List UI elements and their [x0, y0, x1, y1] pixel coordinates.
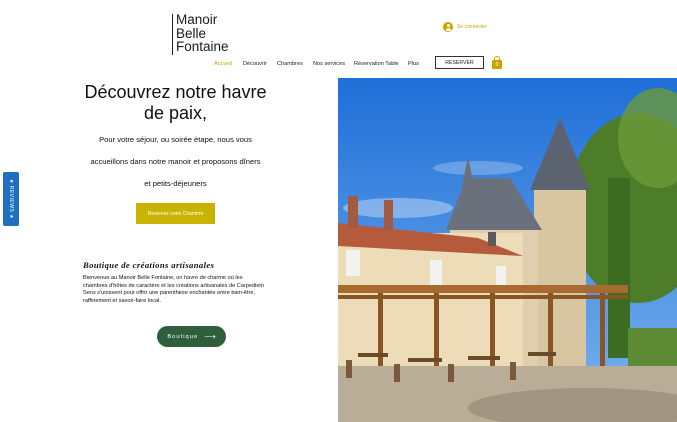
- hero-text-line-2: accueillons dans notre manoir et proposo…: [90, 157, 261, 166]
- site-logo[interactable]: Manoir Belle Fontaine: [172, 13, 242, 57]
- hero-title: Découvrez notre havre de paix,: [60, 82, 291, 124]
- book-room-button[interactable]: Reservez votre Chambre: [136, 203, 215, 224]
- login-label: Se connecter: [457, 24, 487, 30]
- shop-text-line-2: chambres d'hôtes de caractère et les cré…: [83, 282, 265, 289]
- manor-illustration: [338, 78, 677, 422]
- hero-text-line-1: Pour votre séjour, ou soirée étape, nous…: [99, 135, 252, 144]
- shop-text-line-1: Bienvenue au Manoir Belle Fontaine, un h…: [83, 275, 243, 281]
- reserve-button[interactable]: RÉSERVER: [435, 56, 484, 69]
- nav-item-decouvrir[interactable]: Découvrir: [243, 61, 267, 67]
- logo-bar: [172, 14, 173, 55]
- nav-item-plus[interactable]: Plus: [408, 61, 419, 67]
- shop-heading: Boutique de créations artisanales: [83, 260, 215, 270]
- logo-text: Manoir Belle Fontaine: [176, 13, 229, 54]
- hero-title-line-2: de paix,: [143, 103, 208, 123]
- hero-title-line-1: Découvrez notre havre: [84, 82, 267, 102]
- logo-line-1: Manoir: [176, 12, 218, 27]
- reviews-tab[interactable]: ★ REVIEWS ★: [3, 172, 19, 226]
- shop-text-line-4: raffinement et savoir-faire local.: [83, 297, 161, 304]
- manor-photo: [338, 78, 677, 422]
- nav-item-reservation-table[interactable]: Réservation Table: [354, 61, 399, 67]
- user-icon: [443, 22, 453, 32]
- nav-item-accueil[interactable]: Accueil: [214, 61, 232, 67]
- nav-item-services[interactable]: Nos services: [313, 61, 345, 67]
- shop-text-line-3: Sens s'unissent pour offrir une parenthè…: [83, 290, 255, 297]
- hero-text-line-3: et petits-déjeuners: [144, 179, 207, 188]
- nav-item-chambres[interactable]: Chambres: [277, 61, 303, 67]
- logo-line-3: Fontaine: [176, 39, 229, 54]
- cart-count: 0: [495, 62, 499, 68]
- shop-button[interactable]: Boutique ⟶: [157, 326, 226, 347]
- shop-button-label: Boutique: [167, 333, 199, 340]
- shop-description: Bienvenue au Manoir Belle Fontaine, un h…: [83, 275, 298, 305]
- arrow-right-icon: ⟶: [204, 332, 216, 341]
- logo-line-2: Belle: [176, 25, 207, 41]
- cart-button[interactable]: 0: [491, 56, 503, 70]
- login-link[interactable]: Se connecter: [443, 22, 486, 32]
- reviews-tab-label: ★ REVIEWS ★: [8, 178, 14, 220]
